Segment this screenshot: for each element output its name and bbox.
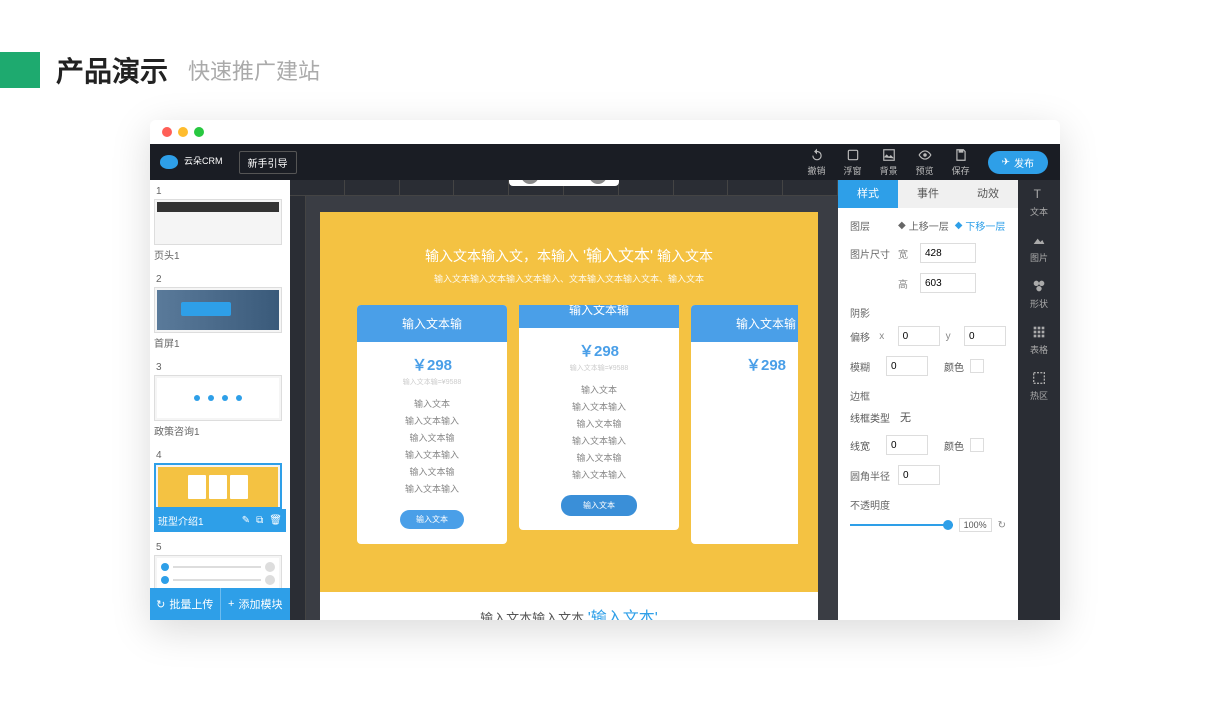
copy-icon[interactable]: ⧉: [256, 515, 263, 526]
page-subtitle: 快速推广建站: [188, 54, 320, 86]
tab-style[interactable]: 样式: [838, 180, 898, 208]
ruler-vertical: [290, 196, 306, 620]
tab-event[interactable]: 事件: [898, 180, 958, 208]
tool-shape[interactable]: 形状: [1030, 278, 1048, 310]
layer-down-button[interactable]: ◆ 下移一层: [955, 218, 1006, 233]
reset-icon[interactable]: ↻: [998, 520, 1006, 531]
page-item[interactable]: 3 政策咨询1: [154, 360, 286, 440]
zoom-control: + 60% −: [509, 180, 619, 186]
color-swatch[interactable]: [970, 438, 984, 452]
accent-block: [0, 52, 40, 88]
shadow-y-input[interactable]: [964, 326, 1006, 346]
height-input[interactable]: [920, 273, 976, 293]
width-input[interactable]: [920, 243, 976, 263]
edit-icon[interactable]: ✎: [242, 515, 250, 526]
delete-icon[interactable]: 🗑: [269, 515, 282, 526]
close-icon[interactable]: [162, 127, 172, 137]
canvas[interactable]: + 60% − 输入文本输入文，本输入 '输入文本' 输入文本 输入文本输入文本…: [290, 180, 838, 620]
guide-button[interactable]: 新手引导: [239, 151, 297, 174]
publish-button[interactable]: ✈发布: [988, 151, 1048, 174]
page-item[interactable]: 1 页头1: [154, 184, 286, 264]
svg-text:T: T: [1034, 187, 1042, 201]
zoom-value: 60%: [551, 180, 577, 183]
layer-up-button[interactable]: ◆ 上移一层: [898, 218, 949, 233]
shadow-blur-input[interactable]: [886, 356, 928, 376]
border-type-select[interactable]: 无: [900, 409, 911, 425]
background-button[interactable]: 背景: [880, 148, 898, 177]
shadow-x-input[interactable]: [898, 326, 940, 346]
border-width-input[interactable]: [886, 435, 928, 455]
bulk-upload-button[interactable]: ↻批量上传: [150, 588, 221, 620]
card-cta-button[interactable]: 输入文本: [400, 510, 464, 529]
zoom-out-button[interactable]: −: [589, 180, 607, 184]
upload-icon: ↻: [156, 598, 165, 611]
preview-button[interactable]: 预览: [916, 148, 934, 177]
add-module-button[interactable]: +添加模块: [221, 588, 291, 620]
tool-text[interactable]: T文本: [1030, 186, 1048, 218]
tool-image[interactable]: 图片: [1030, 232, 1048, 264]
color-swatch[interactable]: [970, 359, 984, 373]
page-item[interactable]: 5 核心卖点1: [154, 540, 286, 588]
pricing-card[interactable]: 输入文本输 ￥298 ›: [691, 305, 798, 544]
pricing-card-featured[interactable]: 输入文本输 ￥298 输入文本输=¥9588 输入文本输入文本输入输入文本输输入…: [519, 305, 679, 530]
minimize-icon[interactable]: [178, 127, 188, 137]
mac-titlebar: [150, 120, 1060, 144]
section-headline[interactable]: 输入文本输入文本 '输入文本': [480, 611, 658, 620]
logo: 云朵CRM: [150, 155, 233, 169]
app-window: 云朵CRM 新手引导 撤销 浮窗 背景 预览 保存 ✈发布 1 页头1 2: [150, 120, 1060, 620]
cloud-icon: [160, 155, 178, 169]
page-list-panel: 1 页头1 2 首屏1 3 政策咨询1 4 班型介绍1✎⧉🗑: [150, 180, 290, 620]
headline[interactable]: 输入文本输入文，本输入 '输入文本' 输入文本: [340, 242, 798, 266]
tool-hotzone[interactable]: 热区: [1030, 370, 1048, 402]
radius-input[interactable]: [898, 465, 940, 485]
opacity-slider[interactable]: [850, 524, 953, 526]
pricing-card[interactable]: 输入文本输 ￥298 输入文本输=¥9588 输入文本输入文本输入输入文本输输入…: [357, 305, 507, 544]
properties-panel: 样式 事件 动效 图层 ◆ 上移一层 ◆ 下移一层 图片尺寸 宽 高: [838, 180, 1018, 620]
logo-text: 云朵CRM: [184, 157, 223, 167]
save-button[interactable]: 保存: [952, 148, 970, 177]
page-title: 产品演示: [56, 50, 168, 90]
float-button[interactable]: 浮窗: [844, 148, 862, 177]
sub-headline[interactable]: 输入文本输入文本输入文本输入、文本输入文本输入文本、输入文本: [340, 272, 798, 285]
opacity-value: 100%: [959, 518, 992, 532]
page-header: 产品演示 快速推广建站: [0, 0, 1210, 120]
tool-table[interactable]: 表格: [1030, 324, 1048, 356]
send-icon: ✈: [1002, 157, 1010, 168]
page-item[interactable]: 2 首屏1: [154, 272, 286, 352]
tool-rail: T文本 图片 形状 表格 热区: [1018, 180, 1060, 620]
page-item-active[interactable]: 4 班型介绍1✎⧉🗑: [154, 448, 286, 532]
card-cta-button[interactable]: 输入文本: [561, 495, 637, 516]
zoom-in-button[interactable]: +: [521, 180, 539, 184]
page-content[interactable]: 输入文本输入文，本输入 '输入文本' 输入文本 输入文本输入文本输入文本输入、文…: [320, 212, 818, 592]
plus-icon: +: [228, 598, 234, 610]
undo-button[interactable]: 撤销: [808, 148, 826, 177]
maximize-icon[interactable]: [194, 127, 204, 137]
top-toolbar: 云朵CRM 新手引导 撤销 浮窗 背景 预览 保存 ✈发布: [150, 144, 1060, 180]
tab-motion[interactable]: 动效: [958, 180, 1018, 208]
